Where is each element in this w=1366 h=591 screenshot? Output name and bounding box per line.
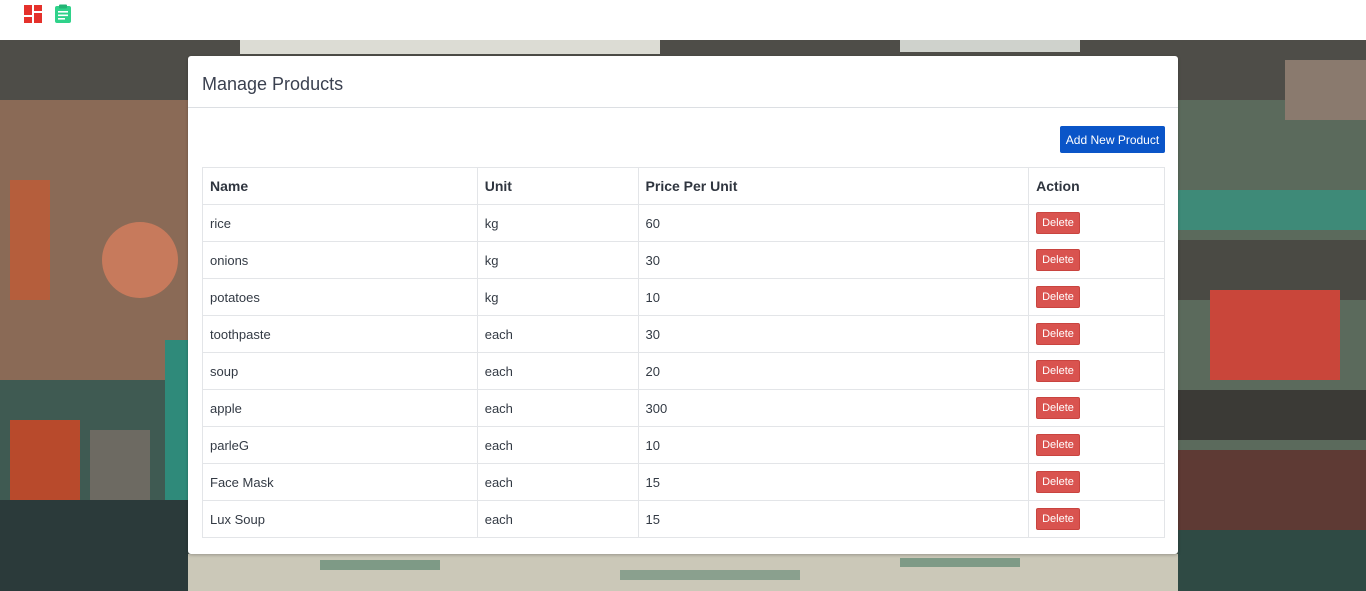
table-row: Lux Soup each 15 Delete [202, 500, 1165, 538]
product-unit: each [476, 389, 639, 427]
product-name: parleG [202, 426, 478, 464]
action-cell: Delete [1028, 389, 1165, 427]
table-row: apple each 300 Delete [202, 389, 1165, 427]
product-unit: kg [476, 278, 639, 316]
clipboard-icon[interactable] [53, 4, 73, 24]
action-cell: Delete [1028, 426, 1165, 464]
top-navbar [0, 0, 1366, 40]
column-header-price: Price Per Unit [637, 167, 1030, 205]
product-unit: kg [476, 204, 639, 242]
action-cell: Delete [1028, 241, 1165, 279]
product-name: Face Mask [202, 463, 478, 501]
table-row: toothpaste each 30 Delete [202, 315, 1165, 353]
delete-button[interactable]: Delete [1036, 286, 1080, 308]
action-cell: Delete [1028, 352, 1165, 390]
delete-button[interactable]: Delete [1036, 249, 1080, 271]
column-header-name: Name [202, 167, 478, 205]
column-header-unit: Unit [476, 167, 639, 205]
action-cell: Delete [1028, 204, 1165, 242]
product-price: 30 [637, 315, 1030, 353]
product-unit: each [476, 500, 639, 538]
product-price: 10 [637, 426, 1030, 464]
delete-button[interactable]: Delete [1036, 360, 1080, 382]
product-name: apple [202, 389, 478, 427]
column-header-action: Action [1028, 167, 1165, 205]
product-name: toothpaste [202, 315, 478, 353]
delete-button[interactable]: Delete [1036, 212, 1080, 234]
product-unit: each [476, 426, 639, 464]
product-price: 15 [637, 500, 1030, 538]
product-name: rice [202, 204, 478, 242]
action-cell: Delete [1028, 463, 1165, 501]
dashboard-icon[interactable] [23, 4, 43, 24]
page-title: Manage Products [202, 74, 344, 94]
products-table: Name Unit Price Per Unit Action rice kg … [202, 167, 1165, 538]
delete-button[interactable]: Delete [1036, 323, 1080, 345]
product-price: 10 [637, 278, 1030, 316]
manage-products-panel: Manage Products Add New Product Name Uni… [188, 56, 1178, 554]
table-row: Face Mask each 15 Delete [202, 463, 1165, 501]
product-price: 20 [637, 352, 1030, 390]
product-price: 300 [637, 389, 1030, 427]
delete-button[interactable]: Delete [1036, 397, 1080, 419]
table-row: onions kg 30 Delete [202, 241, 1165, 279]
product-unit: each [476, 352, 639, 390]
product-unit: each [476, 315, 639, 353]
action-cell: Delete [1028, 315, 1165, 353]
product-name: soup [202, 352, 478, 390]
delete-button[interactable]: Delete [1036, 508, 1080, 530]
product-name: Lux Soup [202, 500, 478, 538]
product-price: 60 [637, 204, 1030, 242]
product-price: 30 [637, 241, 1030, 279]
action-cell: Delete [1028, 278, 1165, 316]
add-new-product-button[interactable]: Add New Product [1060, 126, 1165, 153]
table-header-row: Name Unit Price Per Unit Action [202, 167, 1165, 205]
delete-button[interactable]: Delete [1036, 471, 1080, 493]
table-row: potatoes kg 10 Delete [202, 278, 1165, 316]
action-cell: Delete [1028, 500, 1165, 538]
delete-button[interactable]: Delete [1036, 434, 1080, 456]
product-price: 15 [637, 463, 1030, 501]
product-name: onions [202, 241, 478, 279]
product-unit: kg [476, 241, 639, 279]
product-unit: each [476, 463, 639, 501]
table-row: soup each 20 Delete [202, 352, 1165, 390]
table-row: parleG each 10 Delete [202, 426, 1165, 464]
table-row: rice kg 60 Delete [202, 204, 1165, 242]
panel-header: Manage Products [188, 56, 1178, 108]
product-name: potatoes [202, 278, 478, 316]
